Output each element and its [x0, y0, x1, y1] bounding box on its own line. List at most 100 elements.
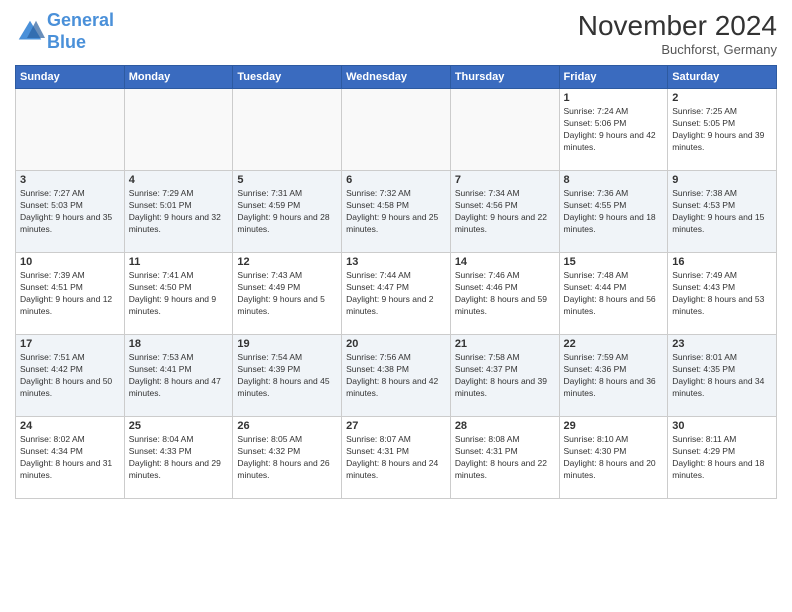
week-row-2: 10 Sunrise: 7:39 AMSunset: 4:51 PMDayligh… — [16, 253, 777, 335]
day-number: 20 — [346, 338, 446, 350]
logo-icon — [15, 17, 45, 47]
day-number: 22 — [564, 338, 664, 350]
day-number: 6 — [346, 174, 446, 186]
day-number: 5 — [237, 174, 337, 186]
day-number: 19 — [237, 338, 337, 350]
day-info: Sunrise: 7:54 AMSunset: 4:39 PMDaylight:… — [237, 352, 337, 400]
day-info: Sunrise: 7:43 AMSunset: 4:49 PMDaylight:… — [237, 270, 337, 318]
calendar-cell: 25 Sunrise: 8:04 AMSunset: 4:33 PMDayligh… — [124, 417, 233, 499]
calendar-cell: 12Sunrise: 7:43 AMSunset: 4:49 PMDayligh… — [233, 253, 342, 335]
col-saturday: Saturday — [668, 66, 777, 89]
day-number: 21 — [455, 338, 555, 350]
calendar-cell: 1Sunrise: 7:24 AMSunset: 5:06 PMDaylight… — [559, 89, 668, 171]
day-info: Sunrise: 8:11 AMSunset: 4:29 PMDaylight:… — [672, 434, 772, 482]
day-info: Sunrise: 8:07 AMSunset: 4:31 PMDaylight:… — [346, 434, 446, 482]
day-number: 8 — [564, 174, 664, 186]
calendar-cell: 20 Sunrise: 7:56 AMSunset: 4:38 PMDayligh… — [342, 335, 451, 417]
col-wednesday: Wednesday — [342, 66, 451, 89]
col-sunday: Sunday — [16, 66, 125, 89]
week-row-4: 24 Sunrise: 8:02 AMSunset: 4:34 PMDayligh… — [16, 417, 777, 499]
calendar-cell: 2 Sunrise: 7:25 AMSunset: 5:05 PMDaylight… — [668, 89, 777, 171]
day-number: 4 — [129, 174, 229, 186]
calendar-cell: 11 Sunrise: 7:41 AMSunset: 4:50 PMDayligh… — [124, 253, 233, 335]
day-number: 17 — [20, 338, 120, 350]
day-number: 1 — [564, 92, 664, 104]
calendar-cell: 6 Sunrise: 7:32 AMSunset: 4:58 PMDaylight… — [342, 171, 451, 253]
day-info: Sunrise: 7:41 AMSunset: 4:50 PMDaylight:… — [129, 270, 229, 318]
col-tuesday: Tuesday — [233, 66, 342, 89]
day-info: Sunrise: 8:10 AMSunset: 4:30 PMDaylight:… — [564, 434, 664, 482]
day-number: 15 — [564, 256, 664, 268]
day-info: Sunrise: 7:29 AMSunset: 5:01 PMDaylight:… — [129, 188, 229, 236]
calendar-cell: 4 Sunrise: 7:29 AMSunset: 5:01 PMDaylight… — [124, 171, 233, 253]
day-number: 25 — [129, 420, 229, 432]
day-info: Sunrise: 7:27 AMSunset: 5:03 PMDaylight:… — [20, 188, 120, 236]
col-thursday: Thursday — [450, 66, 559, 89]
day-number: 10 — [20, 256, 120, 268]
header-row: Sunday Monday Tuesday Wednesday Thursday… — [16, 66, 777, 89]
calendar-cell: 18 Sunrise: 7:53 AMSunset: 4:41 PMDayligh… — [124, 335, 233, 417]
calendar-cell: 29 Sunrise: 8:10 AMSunset: 4:30 PMDayligh… — [559, 417, 668, 499]
header: General Blue November 2024 Buchforst, Ge… — [15, 10, 777, 57]
day-number: 11 — [129, 256, 229, 268]
day-info: Sunrise: 7:51 AMSunset: 4:42 PMDaylight:… — [20, 352, 120, 400]
day-info: Sunrise: 7:31 AMSunset: 4:59 PMDaylight:… — [237, 188, 337, 236]
day-number: 7 — [455, 174, 555, 186]
day-info: Sunrise: 7:36 AMSunset: 4:55 PMDaylight:… — [564, 188, 664, 236]
calendar-cell: 24 Sunrise: 8:02 AMSunset: 4:34 PMDayligh… — [16, 417, 125, 499]
title-block: November 2024 Buchforst, Germany — [578, 10, 777, 57]
day-number: 26 — [237, 420, 337, 432]
calendar-cell: 13Sunrise: 7:44 AMSunset: 4:47 PMDayligh… — [342, 253, 451, 335]
day-info: Sunrise: 7:53 AMSunset: 4:41 PMDaylight:… — [129, 352, 229, 400]
page: General Blue November 2024 Buchforst, Ge… — [0, 0, 792, 612]
calendar-cell — [233, 89, 342, 171]
col-monday: Monday — [124, 66, 233, 89]
day-number: 16 — [672, 256, 772, 268]
logo-line1: General — [47, 10, 114, 30]
day-info: Sunrise: 7:49 AMSunset: 4:43 PMDaylight:… — [672, 270, 772, 318]
day-info: Sunrise: 7:39 AMSunset: 4:51 PMDaylight:… — [20, 270, 120, 318]
calendar-cell: 23Sunrise: 8:01 AMSunset: 4:35 PMDayligh… — [668, 335, 777, 417]
calendar-cell: 17 Sunrise: 7:51 AMSunset: 4:42 PMDayligh… — [16, 335, 125, 417]
day-info: Sunrise: 7:34 AMSunset: 4:56 PMDaylight:… — [455, 188, 555, 236]
day-number: 29 — [564, 420, 664, 432]
calendar-cell: 22 Sunrise: 7:59 AMSunset: 4:36 PMDayligh… — [559, 335, 668, 417]
col-friday: Friday — [559, 66, 668, 89]
day-info: Sunrise: 7:32 AMSunset: 4:58 PMDaylight:… — [346, 188, 446, 236]
day-number: 24 — [20, 420, 120, 432]
calendar-cell — [450, 89, 559, 171]
day-info: Sunrise: 7:56 AMSunset: 4:38 PMDaylight:… — [346, 352, 446, 400]
day-number: 13 — [346, 256, 446, 268]
day-number: 30 — [672, 420, 772, 432]
calendar-cell: 9 Sunrise: 7:38 AMSunset: 4:53 PMDaylight… — [668, 171, 777, 253]
calendar-cell: 26Sunrise: 8:05 AMSunset: 4:32 PMDayligh… — [233, 417, 342, 499]
calendar-cell: 27 Sunrise: 8:07 AMSunset: 4:31 PMDayligh… — [342, 417, 451, 499]
logo: General Blue — [15, 10, 114, 53]
location: Buchforst, Germany — [578, 42, 777, 57]
calendar-cell: 10 Sunrise: 7:39 AMSunset: 4:51 PMDayligh… — [16, 253, 125, 335]
day-number: 2 — [672, 92, 772, 104]
week-row-1: 3Sunrise: 7:27 AMSunset: 5:03 PMDaylight… — [16, 171, 777, 253]
day-number: 27 — [346, 420, 446, 432]
day-info: Sunrise: 7:38 AMSunset: 4:53 PMDaylight:… — [672, 188, 772, 236]
day-number: 14 — [455, 256, 555, 268]
day-number: 28 — [455, 420, 555, 432]
calendar-cell: 19 Sunrise: 7:54 AMSunset: 4:39 PMDayligh… — [233, 335, 342, 417]
day-info: Sunrise: 7:59 AMSunset: 4:36 PMDaylight:… — [564, 352, 664, 400]
day-info: Sunrise: 8:04 AMSunset: 4:33 PMDaylight:… — [129, 434, 229, 482]
day-number: 18 — [129, 338, 229, 350]
calendar-table: Sunday Monday Tuesday Wednesday Thursday… — [15, 65, 777, 499]
day-number: 9 — [672, 174, 772, 186]
calendar-cell: 5 Sunrise: 7:31 AMSunset: 4:59 PMDaylight… — [233, 171, 342, 253]
day-info: Sunrise: 8:02 AMSunset: 4:34 PMDaylight:… — [20, 434, 120, 482]
day-info: Sunrise: 7:25 AMSunset: 5:05 PMDaylight:… — [672, 106, 772, 154]
day-number: 23 — [672, 338, 772, 350]
calendar-cell: 3Sunrise: 7:27 AMSunset: 5:03 PMDaylight… — [16, 171, 125, 253]
logo-line2: Blue — [47, 32, 86, 52]
week-row-0: 1Sunrise: 7:24 AMSunset: 5:06 PMDaylight… — [16, 89, 777, 171]
logo-text: General Blue — [47, 10, 114, 53]
day-info: Sunrise: 7:48 AMSunset: 4:44 PMDaylight:… — [564, 270, 664, 318]
calendar-cell: 15 Sunrise: 7:48 AMSunset: 4:44 PMDayligh… — [559, 253, 668, 335]
calendar-cell: 28Sunrise: 8:08 AMSunset: 4:31 PMDayligh… — [450, 417, 559, 499]
calendar-cell — [124, 89, 233, 171]
